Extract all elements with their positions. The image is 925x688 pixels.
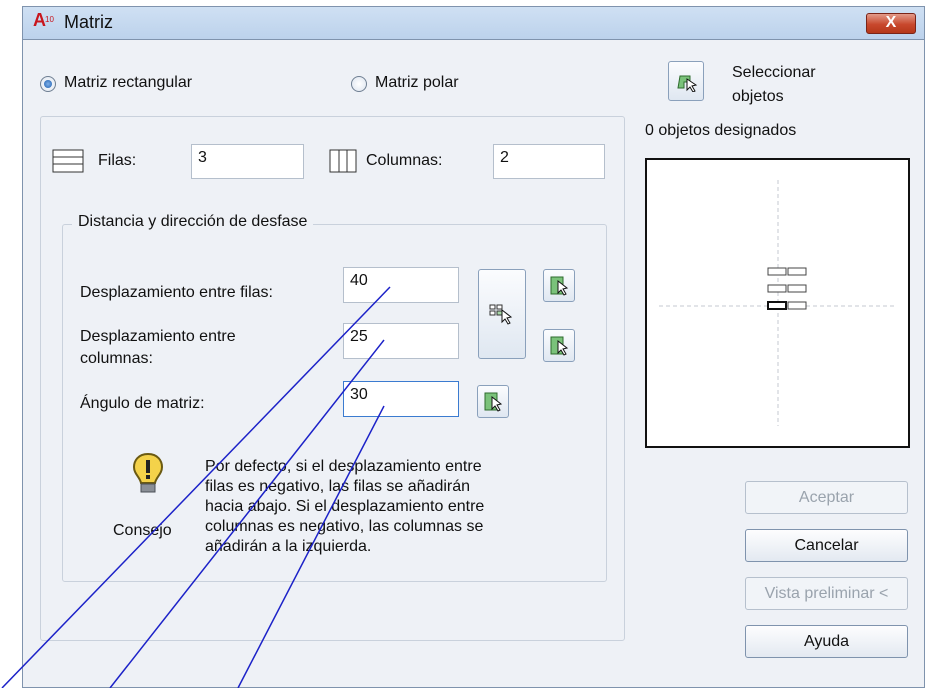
angle-label: Ángulo de matriz: xyxy=(80,395,205,412)
rows-label: Filas: xyxy=(98,152,137,169)
radio-polar-array[interactable] xyxy=(351,76,367,92)
radio-rectangular-array[interactable] xyxy=(40,76,56,92)
preview-button[interactable]: Vista preliminar < xyxy=(745,577,908,610)
array-preview xyxy=(645,158,910,448)
svg-text:10: 10 xyxy=(45,15,54,24)
pick-column-offset-icon xyxy=(550,336,569,356)
ok-button[interactable]: Aceptar xyxy=(745,481,908,514)
radio-polar-label: Matriz polar xyxy=(375,74,459,91)
pick-row-offset-button[interactable] xyxy=(543,269,575,302)
select-objects-label-1: Seleccionar xyxy=(732,64,816,81)
select-objects-label-2: objetos xyxy=(732,88,784,105)
pick-both-offsets-icon xyxy=(489,304,513,325)
rows-input[interactable]: 3 xyxy=(191,144,304,179)
tip-line: filas es negativo, las filas se añadirán xyxy=(205,478,471,495)
close-icon: X xyxy=(885,14,897,31)
tip-line: columnas es negativo, las columnas se xyxy=(205,518,484,535)
col-offset-label-1: Desplazamiento entre xyxy=(80,328,236,345)
select-objects-icon xyxy=(677,75,698,92)
row-offset-label: Desplazamiento entre filas: xyxy=(80,284,273,301)
col-offset-label-2: columnas: xyxy=(80,350,153,367)
pick-angle-icon xyxy=(484,392,503,412)
columns-input[interactable]: 2 xyxy=(493,144,605,179)
cancel-button[interactable]: Cancelar xyxy=(745,529,908,562)
offset-group-title: Distancia y dirección de desfase xyxy=(72,213,314,231)
rows-icon xyxy=(52,149,84,173)
selected-objects-count: 0 objetos designados xyxy=(645,122,797,139)
lightbulb-icon xyxy=(132,452,164,493)
columns-icon xyxy=(329,149,357,173)
tip-text: Por defecto, si el desplazamiento entre … xyxy=(205,457,484,557)
window-title: Matriz xyxy=(64,12,113,32)
pick-row-offset-icon xyxy=(550,276,569,296)
title-bar[interactable] xyxy=(22,6,925,40)
tip-line: hacia abajo. Si el desplazamiento entre xyxy=(205,498,485,515)
row-offset-input[interactable]: 40 xyxy=(343,267,459,303)
tip-title: Consejo xyxy=(113,522,172,539)
tip-line: añadirán a la izquierda. xyxy=(205,538,372,555)
help-button[interactable]: Ayuda xyxy=(745,625,908,658)
pick-column-offset-button[interactable] xyxy=(543,329,575,362)
close-button[interactable]: X xyxy=(866,13,916,34)
select-objects-button[interactable] xyxy=(668,61,704,101)
tip-line: Por defecto, si el desplazamiento entre xyxy=(205,458,482,475)
columns-label: Columnas: xyxy=(366,152,443,169)
col-offset-input[interactable]: 25 xyxy=(343,323,459,359)
radio-rectangular-label: Matriz rectangular xyxy=(64,74,193,91)
pick-both-offsets-button[interactable] xyxy=(478,269,526,359)
autocad-app-icon: A 10 xyxy=(33,10,54,30)
pick-angle-button[interactable] xyxy=(477,385,509,418)
angle-input[interactable]: 30 xyxy=(343,381,459,417)
